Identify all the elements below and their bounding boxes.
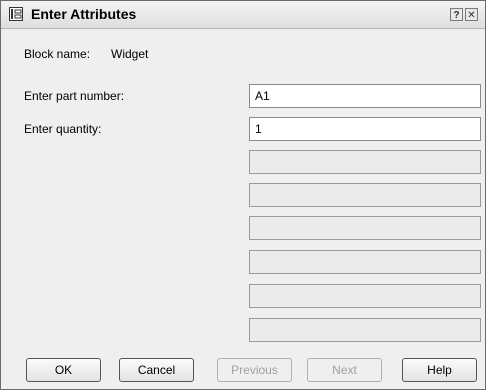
enter-attributes-dialog: Enter Attributes ? ✕ Block name: Widget …: [0, 0, 486, 390]
part-number-label: Enter part number:: [24, 89, 125, 103]
help-question-icon[interactable]: ?: [450, 8, 463, 21]
empty-attribute-field: [249, 250, 481, 274]
next-button: Next: [307, 358, 382, 382]
empty-attribute-field: [249, 284, 481, 308]
quantity-input[interactable]: [249, 117, 481, 141]
dialog-title: Enter Attributes: [31, 6, 137, 22]
empty-attribute-field: [249, 150, 481, 174]
block-name-value: Widget: [111, 47, 149, 61]
ok-button[interactable]: OK: [26, 358, 101, 382]
empty-attribute-field: [249, 183, 481, 207]
cancel-button[interactable]: Cancel: [119, 358, 194, 382]
help-button[interactable]: Help: [402, 358, 477, 382]
part-number-input[interactable]: [249, 84, 481, 108]
attribute-app-icon: [9, 7, 23, 21]
empty-attribute-field: [249, 318, 481, 342]
quantity-label: Enter quantity:: [24, 122, 102, 136]
block-name-label: Block name:: [24, 47, 91, 61]
title-bar[interactable]: Enter Attributes ? ✕: [1, 1, 485, 29]
empty-attribute-field: [249, 216, 481, 240]
close-icon[interactable]: ✕: [465, 8, 478, 21]
previous-button: Previous: [217, 358, 292, 382]
